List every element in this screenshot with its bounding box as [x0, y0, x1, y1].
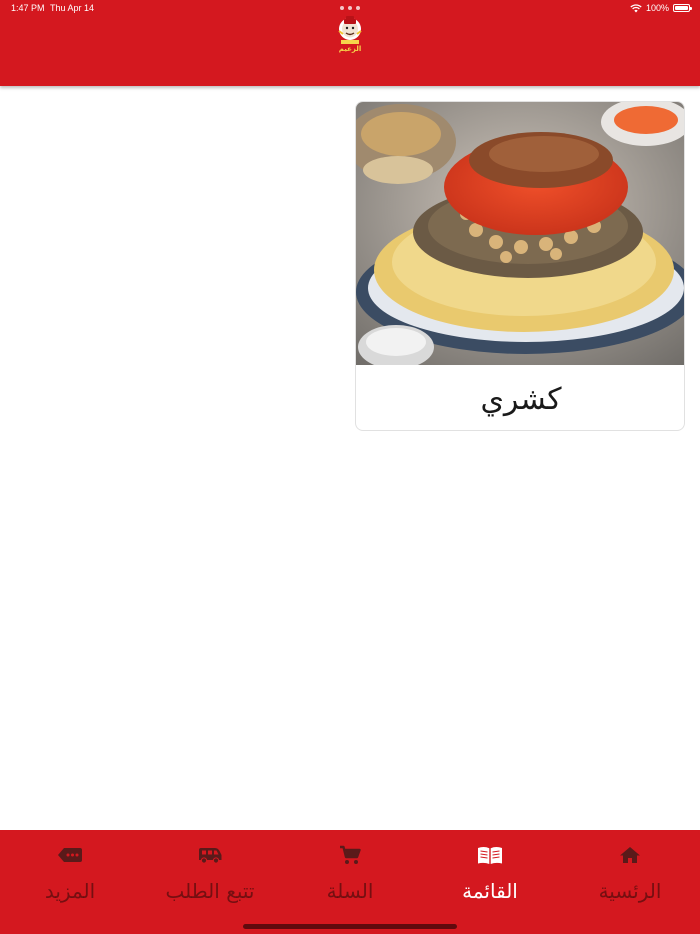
tab-home-label: الرئسية — [598, 879, 662, 903]
tab-track-order[interactable]: تتبع الطلب — [140, 830, 280, 920]
menu-item-card[interactable]: كشري — [355, 101, 685, 431]
menu-item-name[interactable]: كشري — [356, 368, 684, 430]
multitasking-dots-icon[interactable] — [340, 6, 360, 10]
bottom-tab-bar: الرئسية القائمة السلة تتبع الطلب المزيد — [0, 830, 700, 934]
app-header: 1:47 PM Thu Apr 14 100% الزعيم — [0, 0, 700, 86]
tab-more-label: المزيد — [44, 879, 96, 903]
delivery-truck-icon — [199, 848, 222, 864]
tab-home[interactable]: الرئسية — [560, 830, 700, 920]
status-date: Thu Apr 14 — [50, 3, 95, 13]
tab-cart-label: السلة — [326, 879, 374, 903]
tab-track-order-label: تتبع الطلب — [165, 879, 255, 903]
svg-text:الزعيم: الزعيم — [339, 45, 362, 53]
more-tag-icon — [58, 848, 82, 862]
status-indicators: 100% — [630, 3, 692, 13]
tab-cart[interactable]: السلة — [280, 830, 420, 920]
koshari-plate-image — [356, 102, 684, 365]
tab-more[interactable]: المزيد — [0, 830, 140, 920]
status-time: 1:47 PM — [11, 3, 45, 13]
tab-menu[interactable]: القائمة — [420, 830, 560, 920]
cart-icon — [340, 845, 361, 864]
battery-icon — [673, 4, 692, 12]
battery-percent: 100% — [645, 3, 669, 13]
wifi-icon — [630, 3, 642, 12]
home-indicator[interactable] — [243, 924, 457, 929]
tab-menu-label: القائمة — [462, 879, 518, 903]
app-logo[interactable]: الزعيم — [334, 14, 366, 54]
home-icon — [620, 847, 640, 863]
menu-book-icon — [478, 847, 502, 864]
